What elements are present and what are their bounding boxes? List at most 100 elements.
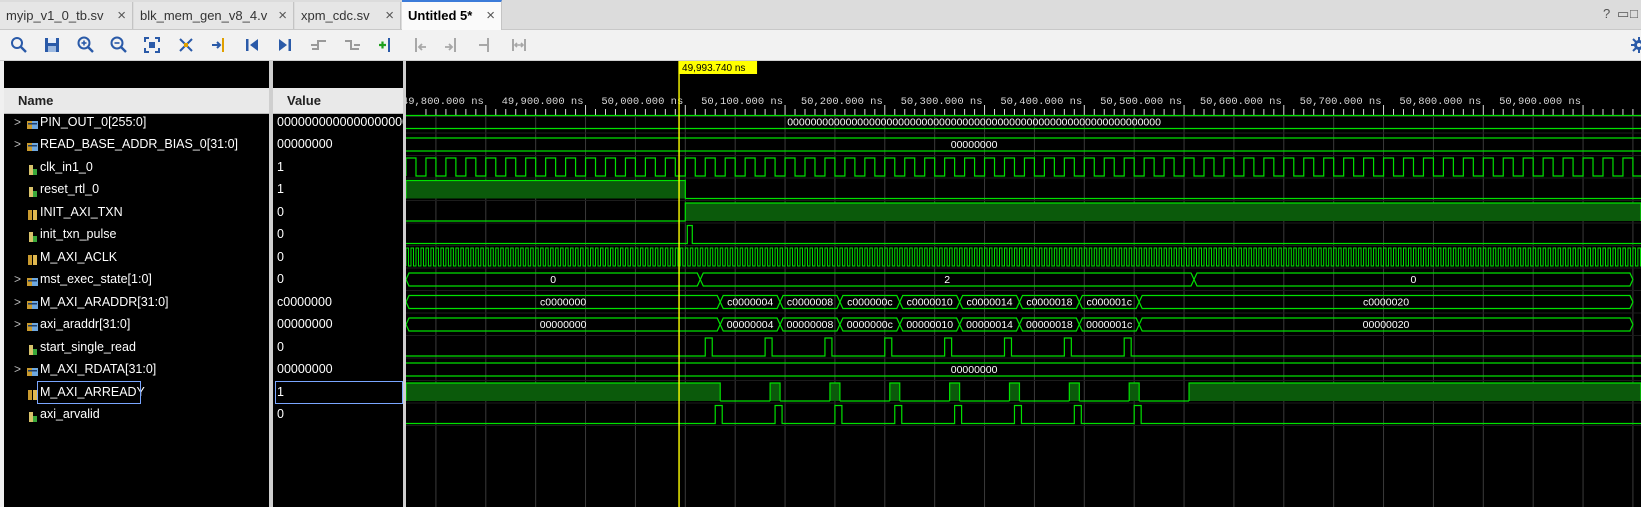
tab-myip-tb[interactable]: myip_v1_0_tb.sv × [0, 2, 133, 29]
signal-value: 0 [277, 407, 284, 421]
help-icon[interactable]: ? [1603, 6, 1610, 21]
signal-value-row[interactable]: 0 [273, 403, 403, 426]
signal-value: 0000000000000000000 [277, 114, 403, 129]
ruler-label: 50,200.000 ns [801, 96, 883, 108]
bus-out-icon [27, 296, 38, 309]
signal-row[interactable]: axi_arvalid [4, 403, 269, 426]
signal-value-row[interactable]: 0 [273, 223, 403, 246]
bus-value-label: c0000000 [540, 297, 586, 309]
expand-chevron-icon[interactable]: > [14, 358, 21, 380]
swap-cursors-icon[interactable] [475, 34, 497, 56]
output-icon [27, 251, 38, 265]
ruler-label: 49,900.000 ns [502, 96, 584, 108]
signal-value-row[interactable]: 0 [273, 201, 403, 224]
previous-marker-icon[interactable] [408, 34, 430, 56]
signal-value-row[interactable]: 00000000 [273, 313, 403, 336]
signal-value: 0 [277, 204, 284, 219]
signal-value-panel: Value 0000000000000000000 00000000 1 1 0 0 0 0 c… [273, 61, 403, 507]
cursor-time-label: 49,993.740 ns [682, 63, 745, 74]
bus-value-label: 0000001c [1086, 319, 1132, 331]
close-icon[interactable]: × [278, 2, 287, 29]
bus-value-label: 0000000000000000000000000000000000000000… [787, 117, 1161, 129]
signal-row[interactable]: M_AXI_ARREADY [4, 380, 269, 404]
signal-value-row[interactable]: 0 [273, 268, 403, 291]
signal-row[interactable]: > mst_exec_state[1:0] [4, 268, 269, 291]
bus-value-label: c0000010 [907, 297, 953, 309]
zoom-out-icon[interactable] [108, 34, 130, 56]
settings-icon[interactable] [1628, 34, 1641, 56]
signal-name: axi_arvalid [40, 407, 100, 421]
signal-value: 00000000 [277, 362, 333, 376]
maximize-icon[interactable]: □ [1630, 6, 1638, 21]
tab-untitled-5[interactable]: Untitled 5* × [402, 0, 502, 30]
zoom-in-icon[interactable] [75, 34, 97, 56]
tab-blk-mem-gen[interactable]: blk_mem_gen_v8_4.v × [134, 2, 294, 29]
selection-outline [37, 380, 141, 404]
signal-row[interactable]: clk_in1_0 [4, 156, 269, 179]
previous-transition-icon[interactable] [308, 34, 330, 56]
ruler-label: 50,100.000 ns [701, 96, 783, 108]
tab-xpm-cdc[interactable]: xpm_cdc.sv × [295, 2, 401, 29]
expand-chevron-icon[interactable]: > [14, 291, 21, 313]
go-to-cursor-icon[interactable] [208, 34, 230, 56]
bus-value-label: c0000020 [1363, 297, 1409, 309]
signal-row[interactable]: > M_AXI_RDATA[31:0] [4, 358, 269, 381]
close-icon[interactable]: × [117, 2, 126, 29]
signal-row[interactable]: > axi_araddr[31:0] [4, 313, 269, 336]
signal-value-row[interactable]: 00000000 [273, 358, 403, 381]
bus-value-label: 00000008 [787, 319, 834, 331]
expand-chevron-icon[interactable]: > [14, 133, 21, 155]
bus-value-label: c0000014 [966, 297, 1012, 309]
expand-chevron-icon[interactable]: > [14, 313, 21, 335]
zoom-fit-icon[interactable] [141, 34, 163, 56]
signal-value-row[interactable]: 0000000000000000000 [273, 111, 403, 134]
close-icon[interactable]: × [385, 2, 394, 29]
high-level-fill [685, 203, 1641, 221]
next-transition-icon[interactable] [341, 34, 363, 56]
bus-value-label: 00000010 [906, 319, 953, 331]
high-level-fill [1009, 383, 1020, 401]
signal-row[interactable]: INIT_AXI_TXN [4, 201, 269, 224]
signal-value-row[interactable]: c0000000 [273, 291, 403, 314]
signal-value-row[interactable]: 1 [273, 156, 403, 179]
add-marker-icon[interactable] [375, 34, 397, 56]
output-icon [27, 206, 38, 220]
expand-chevron-icon[interactable]: > [14, 111, 21, 133]
signal-value-row[interactable]: 00000000 [273, 133, 403, 156]
signal-value-row[interactable]: 0 [273, 336, 403, 359]
go-to-last-time-icon[interactable] [274, 34, 296, 56]
save-icon[interactable] [41, 34, 63, 56]
signal-row[interactable]: M_AXI_ACLK [4, 246, 269, 269]
signal-row[interactable]: > M_AXI_ARADDR[31:0] [4, 291, 269, 314]
go-to-time-0-icon[interactable] [241, 34, 263, 56]
ruler-label: 50,500.000 ns [1100, 96, 1182, 108]
signal-row[interactable]: start_single_read [4, 336, 269, 359]
close-icon[interactable]: × [486, 2, 495, 29]
search-icon[interactable] [8, 34, 30, 56]
signal-value-row[interactable]: 0 [273, 246, 403, 269]
next-marker-icon[interactable] [441, 34, 463, 56]
signal-row[interactable]: > READ_BASE_ADDR_BIAS_0[31:0] [4, 133, 269, 156]
restore-icon[interactable]: ▭ [1617, 6, 1629, 22]
cursor-icon[interactable] [175, 34, 197, 56]
bus-value-label: c0000004 [727, 297, 773, 309]
signal-value-row[interactable]: 1 [273, 178, 403, 201]
signal-row[interactable]: reset_rtl_0 [4, 178, 269, 201]
bus-in-icon [27, 273, 38, 286]
ruler-label: 50,900.000 ns [1499, 96, 1581, 108]
signal-row[interactable]: init_txn_pulse [4, 223, 269, 246]
ruler-label: 50,800.000 ns [1399, 96, 1481, 108]
signal-value-row[interactable]: 1 [273, 380, 403, 404]
pulse-wave [406, 224, 1641, 245]
signal-name: INIT_AXI_TXN [40, 204, 123, 219]
bus-segment [406, 362, 1641, 377]
signal-name: mst_exec_state[1:0] [40, 272, 152, 286]
snap-to-transition-icon[interactable] [508, 34, 530, 56]
selection-outline [275, 380, 403, 404]
signal-name: M_AXI_ARADDR[31:0] [40, 294, 169, 309]
signal-row[interactable]: > PIN_OUT_0[255:0] [4, 111, 269, 134]
waveform-canvas[interactable]: 49,800.000 ns 49,900.000 ns 50,000.000 ns 5… [406, 61, 1641, 507]
high-level-fill [406, 383, 721, 401]
tab-label: xpm_cdc.sv [301, 8, 370, 23]
expand-chevron-icon[interactable]: > [14, 268, 21, 290]
